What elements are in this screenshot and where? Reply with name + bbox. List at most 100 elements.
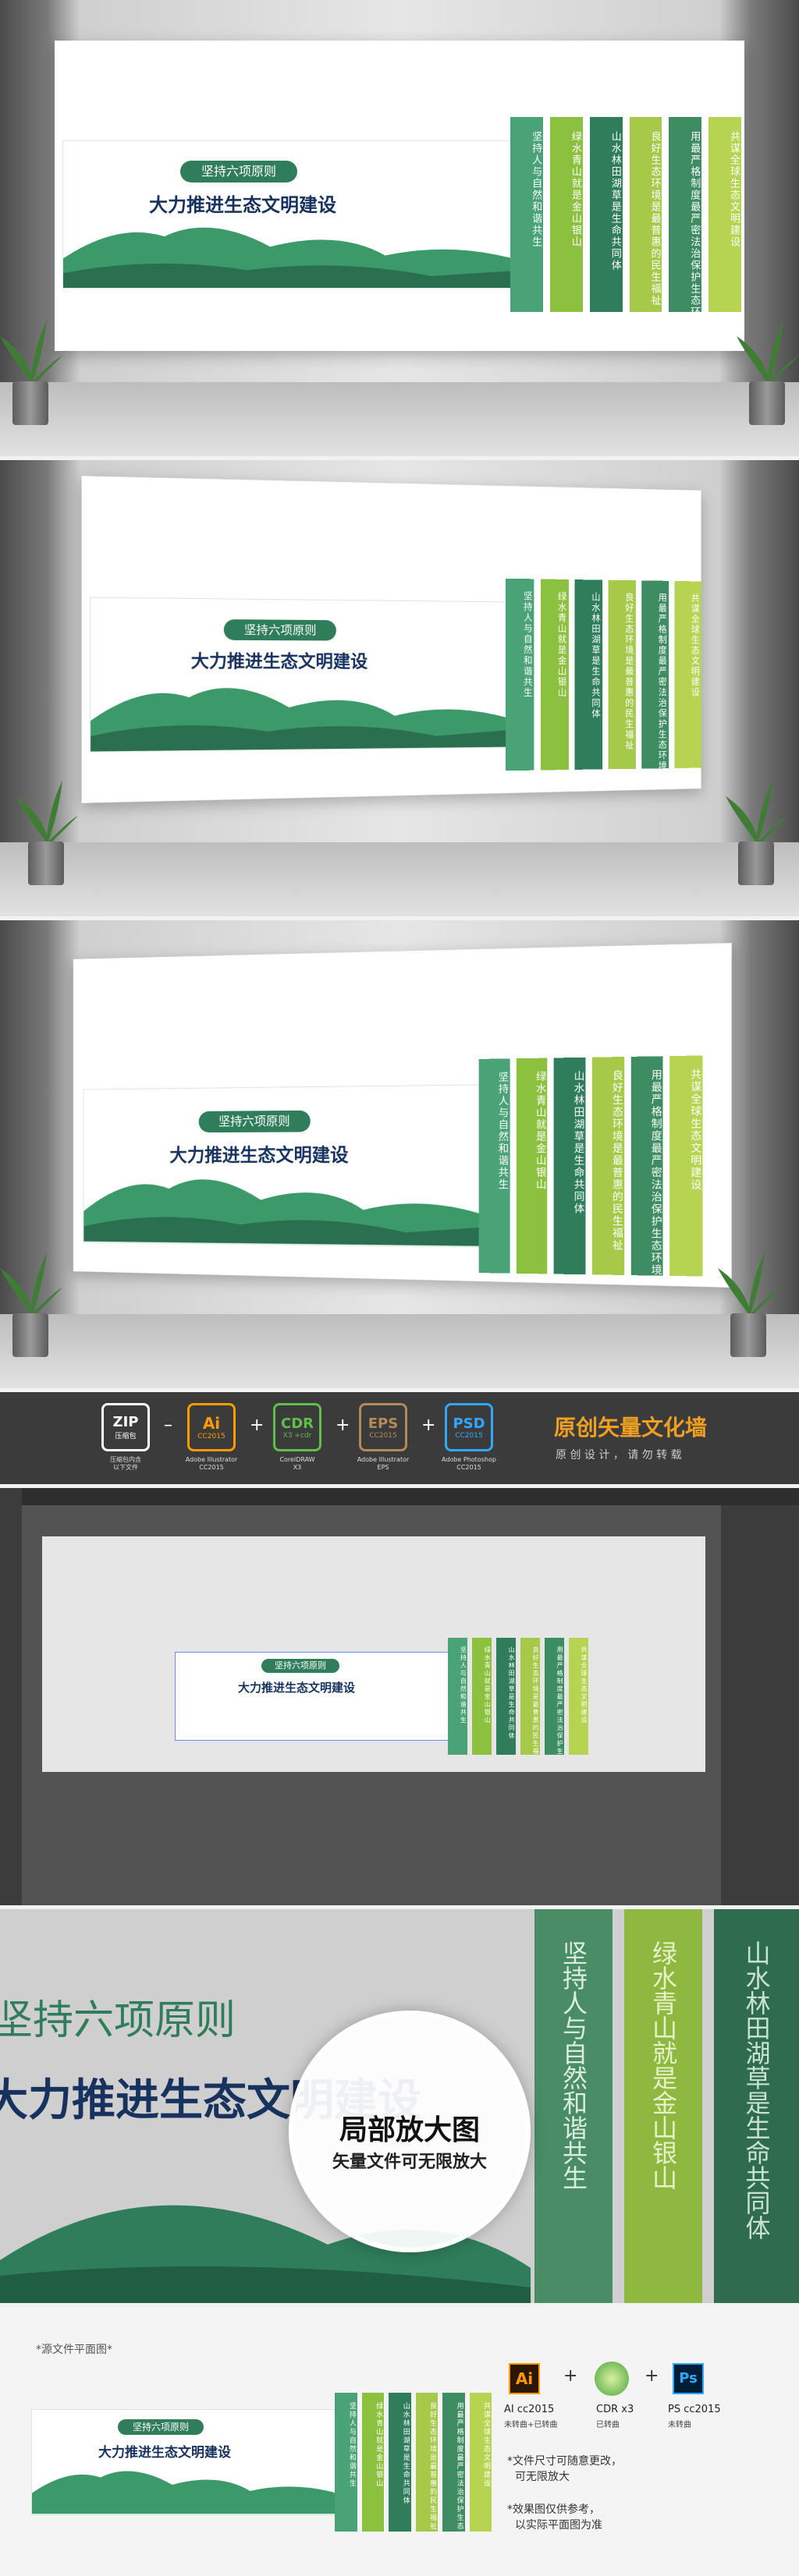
ai-version-sub: 未转曲+已转曲 [504,2418,557,2429]
slogan-strip: 共谋全球生态文明建设 [708,117,741,312]
slogan-strip: 坚持人与自然和谐共生 [506,579,534,771]
potted-plant [0,1240,62,1357]
psd-label: Adobe Photoshop CC2015 [434,1456,504,1472]
ai-version-label: AI cc2015 [504,2404,554,2415]
slogan-strip: 山水林田湖草是生命共同体 [574,579,602,770]
culture-wall-design: 坚持六项原则 大力推进生态文明建设 坚持人与自然和谐共生 绿水青山就是金山银山 … [175,1638,588,1755]
slogan-strip: 用最严格制度最严密法治保护生态环境 [669,117,701,312]
design-title-small: 坚持六项原则 [180,161,297,182]
zoom-strip: 绿水青山就是金山银山 [624,1909,702,2303]
design-title-small: 坚持六项原则 [118,2419,204,2435]
ai-badge: Ai CC2015 [187,1403,236,1451]
magnifier-sub: 矢量文件可无限放大 [293,2148,526,2173]
ps-version-label: PS cc2015 [668,2404,721,2415]
editor-toolbar [0,1488,22,1905]
design-title-big: 大力推进生态文明建设 [191,647,368,673]
magnifier-title: 局部放大图 [293,2107,526,2148]
slogan-strip: 坚持人与自然和谐共生 [448,1638,468,1755]
slogan-strip: 山水林田湖草是生命共同体 [496,1638,517,1755]
design-panel: 坚持六项原则 大力推进生态文明建设 [83,1085,492,1248]
zoom-detail: 坚持六项原则 大力推进生态文明建设 坚持人与自然和谐共生 绿水青山就是金山银山 … [0,1909,799,2303]
slogan-strip: 绿水青山就是金山银山 [362,2393,384,2532]
design-panel: 坚持六项原则 大力推进生态文明建设 [62,140,524,289]
design-title-small: 坚持六项原则 [199,1111,311,1132]
large-title-small: 坚持六项原则 [0,1987,236,2046]
psd-badge: PSD CC2015 [445,1403,493,1451]
magnifier-circle: 局部放大图 矢量文件可无限放大 [289,2011,531,2252]
design-title-big: 大力推进生态文明建设 [98,2441,231,2461]
design-title-small: 坚持六项原则 [261,1659,339,1673]
slogan-strip: 良好生态环境是最普惠的民生福祉 [630,117,662,312]
note-size: *文件尺寸可随意更改， 可无限放大 [507,2454,622,2485]
flat-file-section: *源文件平面图* 坚持六项原则 大力推进生态文明建设 坚持人与自然和谐共生 绿水… [0,2307,799,2576]
zoom-strip-text: 坚持人与自然和谐共生 [556,1940,591,2190]
note-preview-line2: 以实际平面图为准 [507,2518,602,2533]
ps-version-sub: 未转曲 [668,2418,691,2429]
slogan-strip: 良好生态环境是最普惠的民生福祉 [592,1057,624,1275]
slogan-strips: 坚持人与自然和谐共生 绿水青山就是金山银山 山水林田湖草是生命共同体 良好生态环… [448,1638,588,1755]
light-spot [398,959,460,1022]
zoom-strip: 山水林田湖草是生命共同体 [714,1909,799,2303]
slogan-strip: 良好生态环境是最普惠的民生福祉 [416,2393,438,2532]
mockup-scene-2: 坚持六项原则 大力推进生态文明建设 坚持人与自然和谐共生 绿水青山就是金山银山 … [0,460,799,916]
light-spot [538,959,601,1022]
design-title-big: 大力推进生态文明建设 [169,1140,348,1168]
note-size-line2: 可无限放大 [507,2469,622,2485]
ps-icon: Ps [673,2363,704,2394]
floor [0,842,799,916]
zip-badge: ZIP 压缩包 [101,1403,150,1451]
design-title-big: 大力推进生态文明建设 [238,1679,355,1695]
note-size-line1: *文件尺寸可随意更改， [507,2454,622,2469]
light-spot [117,959,179,1022]
slogan-strip: 绿水青山就是金山银山 [550,117,583,312]
culture-wall-design: 坚持六项原则 大力推进生态文明建设 坚持人与自然和谐共生 绿水青山就是金山银山 … [90,572,701,777]
cdr-version-sub: 已转曲 [596,2418,620,2429]
design-title-small: 坚持六项原则 [224,619,336,640]
note-preview: *效果图仅供参考， 以实际平面图为准 [507,2502,602,2533]
ai-icon: Ai [509,2363,540,2394]
potted-plant [737,308,799,425]
floor [0,1314,799,1388]
culture-wall-design: 坚持六项原则 大力推进生态文明建设 坚持人与自然和谐共生 绿水青山就是金山银山 … [31,2393,492,2532]
light-spot [429,491,492,554]
light-spot [655,47,718,109]
slogan-strip: 绿水青山就是金山银山 [517,1058,548,1274]
light-spot [562,491,624,554]
illustrator-editor: 坚持六项原则 大力推进生态文明建设 坚持人与自然和谐共生 绿水青山就是金山银山 … [0,1488,799,1905]
light-spot [117,47,179,109]
light-spot [297,491,359,554]
slogan-strip: 山水林田湖草是生命共同体 [554,1058,585,1274]
floor [0,382,799,456]
minus-sign: – [164,1416,172,1435]
slogan-strip: 用最严格制度最严密法治保护生态环境 [545,1638,565,1755]
eps-label: Adobe Illustrator EPS [348,1456,418,1472]
light-spot [164,491,226,554]
ai-label: Adobe Illustrator CC2015 [176,1456,247,1472]
light-spot [257,959,320,1022]
layers-panel [721,1505,799,1905]
slogan-strip: 绿水青山就是金山银山 [472,1638,492,1755]
potted-plant [16,768,78,885]
zip-label: 压缩包内含 以下文件 [91,1456,161,1472]
slogan-strip: 共谋全球生态文明建设 [569,1638,589,1755]
plus-sign: + [645,2366,659,2386]
headline: 原创矢量文化墙 [554,1411,707,1442]
note-preview-line1: *效果图仅供参考， [507,2502,602,2518]
slogan-strips: 坚持人与自然和谐共生 绿水青山就是金山银山 山水林田湖草是生命共同体 良好生态环… [479,1055,703,1276]
slogan-strip: 共谋全球生态文明建设 [674,581,701,768]
mockup-scene-3: 坚持六项原则 大力推进生态文明建设 坚持人与自然和谐共生 绿水青山就是金山银山 … [0,920,799,1388]
slogan-strip: 坚持人与自然和谐共生 [510,117,543,312]
software-bar: ZIP 压缩包 压缩包内含 以下文件 – Ai CC2015 Adobe Illus… [0,1392,799,1484]
slogan-strip: 共谋全球生态文明建设 [470,2393,492,2532]
zoom-strip-text: 绿水青山就是金山银山 [645,1940,681,2190]
light-spot [257,47,320,109]
potted-plant [726,768,788,885]
design-title-big: 大力推进生态文明建设 [149,190,336,217]
cdr-version-label: CDR x3 [596,2404,634,2415]
plus-sign: + [563,2366,577,2386]
slogan-strip: 良好生态环境是最普惠的民生福祉 [608,580,635,770]
light-spot [523,47,585,109]
design-panel: 坚持六项原则 大力推进生态文明建设 [90,597,517,752]
slogan-strip: 山水林田湖草是生命共同体 [590,117,623,312]
slogan-strip: 山水林田湖草是生命共同体 [389,2393,410,2532]
